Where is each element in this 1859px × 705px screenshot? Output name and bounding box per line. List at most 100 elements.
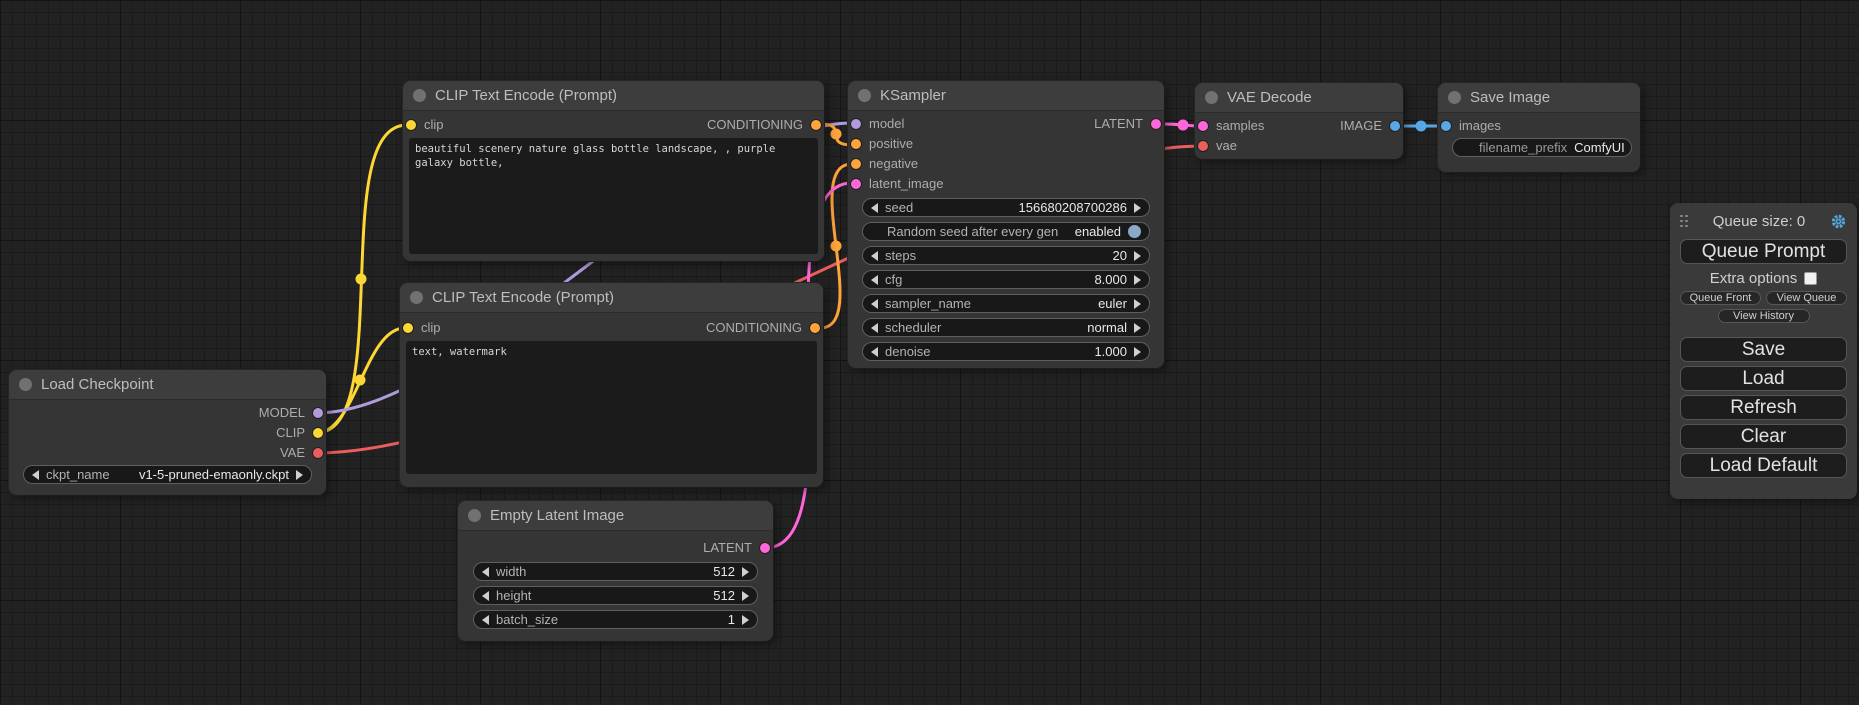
view-history-button[interactable]: View History bbox=[1718, 309, 1810, 323]
slot-label: MODEL bbox=[259, 405, 305, 420]
node-vae-decode[interactable]: VAE Decode samples IMAGE vae bbox=[1195, 83, 1403, 159]
node-title-bar[interactable]: Save Image bbox=[1438, 83, 1640, 113]
queue-front-button[interactable]: Queue Front bbox=[1680, 291, 1761, 305]
latent-port-icon[interactable] bbox=[1151, 119, 1161, 129]
increment-arrow-icon[interactable] bbox=[1134, 347, 1141, 357]
decrement-arrow-icon[interactable] bbox=[871, 299, 878, 309]
node-save-image[interactable]: Save Image images filename_prefix ComfyU… bbox=[1438, 83, 1640, 172]
latent-port-icon[interactable] bbox=[851, 179, 861, 189]
link-midpoint-dot bbox=[356, 274, 367, 285]
clear-button[interactable]: Clear bbox=[1680, 424, 1847, 449]
widget-batch-size[interactable]: batch_size 1 bbox=[473, 610, 758, 629]
widget-label: batch_size bbox=[496, 612, 558, 627]
node-title: Empty Latent Image bbox=[490, 507, 624, 524]
latent-port-icon[interactable] bbox=[760, 543, 770, 553]
widget-random-seed-toggle[interactable]: Random seed after every gen enabled bbox=[862, 222, 1150, 241]
node-clip-text-encode-negative[interactable]: CLIP Text Encode (Prompt) clip CONDITION… bbox=[400, 283, 823, 487]
increment-arrow-icon[interactable] bbox=[1134, 299, 1141, 309]
widget-denoise[interactable]: denoise 1.000 bbox=[862, 342, 1150, 361]
widget-height[interactable]: height 512 bbox=[473, 586, 758, 605]
prompt-text-area[interactable]: beautiful scenery nature glass bottle la… bbox=[409, 138, 818, 254]
view-queue-button[interactable]: View Queue bbox=[1766, 291, 1847, 305]
increment-arrow-icon[interactable] bbox=[1134, 323, 1141, 333]
clip-port-icon[interactable] bbox=[313, 428, 323, 438]
image-port-icon[interactable] bbox=[1441, 121, 1451, 131]
collapse-dot-icon[interactable] bbox=[468, 509, 481, 522]
load-default-button[interactable]: Load Default bbox=[1680, 453, 1847, 478]
node-title-bar[interactable]: CLIP Text Encode (Prompt) bbox=[403, 81, 824, 111]
decrement-arrow-icon[interactable] bbox=[871, 203, 878, 213]
model-port-icon[interactable] bbox=[851, 119, 861, 129]
latent-port-icon[interactable] bbox=[1198, 121, 1208, 131]
decrement-arrow-icon[interactable] bbox=[871, 347, 878, 357]
decrement-arrow-icon[interactable] bbox=[482, 615, 489, 625]
vae-port-icon[interactable] bbox=[313, 448, 323, 458]
decrement-arrow-icon[interactable] bbox=[871, 275, 878, 285]
node-load-checkpoint[interactable]: Load Checkpoint MODEL CLIP VAE ckpt_name… bbox=[9, 370, 326, 495]
image-port-icon[interactable] bbox=[1390, 121, 1400, 131]
node-title-bar[interactable]: VAE Decode bbox=[1195, 83, 1403, 113]
clip-port-icon[interactable] bbox=[406, 120, 416, 130]
vae-port-icon[interactable] bbox=[1198, 141, 1208, 151]
clip-port-icon[interactable] bbox=[403, 323, 413, 333]
collapse-dot-icon[interactable] bbox=[19, 378, 32, 391]
increment-arrow-icon[interactable] bbox=[742, 567, 749, 577]
gear-icon[interactable] bbox=[1830, 213, 1847, 230]
slot-label: CLIP bbox=[276, 425, 305, 440]
widget-value: 8.000 bbox=[1094, 272, 1127, 287]
conditioning-port-icon[interactable] bbox=[811, 120, 821, 130]
collapse-dot-icon[interactable] bbox=[1448, 91, 1461, 104]
widget-filename-prefix[interactable]: filename_prefix ComfyUI bbox=[1452, 138, 1632, 157]
widget-ckpt-name[interactable]: ckpt_name v1-5-pruned-emaonly.ckpt bbox=[23, 465, 312, 484]
node-empty-latent-image[interactable]: Empty Latent Image LATENT width 512 heig… bbox=[458, 501, 773, 641]
decrement-arrow-icon[interactable] bbox=[871, 323, 878, 333]
toggle-on-icon[interactable] bbox=[1128, 225, 1141, 238]
queue-prompt-button[interactable]: Queue Prompt bbox=[1680, 239, 1847, 264]
node-ksampler[interactable]: KSampler model LATENT positive negative bbox=[848, 81, 1164, 368]
widget-scheduler[interactable]: scheduler normal bbox=[862, 318, 1150, 337]
increment-arrow-icon[interactable] bbox=[1134, 251, 1141, 261]
increment-arrow-icon[interactable] bbox=[1134, 203, 1141, 213]
node-title-bar[interactable]: Load Checkpoint bbox=[9, 370, 326, 400]
extra-options-checkbox[interactable] bbox=[1804, 272, 1817, 285]
collapse-dot-icon[interactable] bbox=[410, 291, 423, 304]
load-button[interactable]: Load bbox=[1680, 366, 1847, 391]
collapse-dot-icon[interactable] bbox=[858, 89, 871, 102]
conditioning-port-icon[interactable] bbox=[851, 139, 861, 149]
node-title-bar[interactable]: KSampler bbox=[848, 81, 1164, 111]
widget-sampler-name[interactable]: sampler_name euler bbox=[862, 294, 1150, 313]
refresh-button[interactable]: Refresh bbox=[1680, 395, 1847, 420]
model-port-icon[interactable] bbox=[313, 408, 323, 418]
collapse-dot-icon[interactable] bbox=[413, 89, 426, 102]
drag-handle-icon[interactable] bbox=[1680, 215, 1688, 228]
save-button[interactable]: Save bbox=[1680, 337, 1847, 362]
decrement-arrow-icon[interactable] bbox=[871, 251, 878, 261]
conditioning-port-icon[interactable] bbox=[810, 323, 820, 333]
node-title-bar[interactable]: Empty Latent Image bbox=[458, 501, 773, 531]
widget-width[interactable]: width 512 bbox=[473, 562, 758, 581]
prompt-text-area[interactable]: text, watermark bbox=[406, 341, 817, 474]
collapse-dot-icon[interactable] bbox=[1205, 91, 1218, 104]
conditioning-port-icon[interactable] bbox=[851, 159, 861, 169]
widget-cfg[interactable]: cfg 8.000 bbox=[862, 270, 1150, 289]
increment-arrow-icon[interactable] bbox=[742, 615, 749, 625]
slot-label: LATENT bbox=[1094, 116, 1143, 131]
widget-label: cfg bbox=[885, 272, 902, 287]
node-title-bar[interactable]: CLIP Text Encode (Prompt) bbox=[400, 283, 823, 313]
output-slot-latent: LATENT bbox=[458, 538, 773, 557]
increment-arrow-icon[interactable] bbox=[742, 591, 749, 601]
output-slot-model: MODEL bbox=[9, 403, 326, 422]
node-clip-text-encode-positive[interactable]: CLIP Text Encode (Prompt) clip CONDITION… bbox=[403, 81, 824, 261]
widget-label: ckpt_name bbox=[46, 467, 110, 482]
decrement-arrow-icon[interactable] bbox=[482, 591, 489, 601]
widget-value: 1.000 bbox=[1094, 344, 1127, 359]
widget-seed[interactable]: seed 156680208700286 bbox=[862, 198, 1150, 217]
increment-arrow-icon[interactable] bbox=[296, 470, 303, 480]
decrement-arrow-icon[interactable] bbox=[482, 567, 489, 577]
increment-arrow-icon[interactable] bbox=[1134, 275, 1141, 285]
node-title: CLIP Text Encode (Prompt) bbox=[435, 87, 617, 104]
node-graph-canvas[interactable]: Load Checkpoint MODEL CLIP VAE ckpt_name… bbox=[0, 0, 1859, 705]
decrement-arrow-icon[interactable] bbox=[32, 470, 39, 480]
widget-steps[interactable]: steps 20 bbox=[862, 246, 1150, 265]
input-slot-samples: samples bbox=[1198, 118, 1264, 133]
